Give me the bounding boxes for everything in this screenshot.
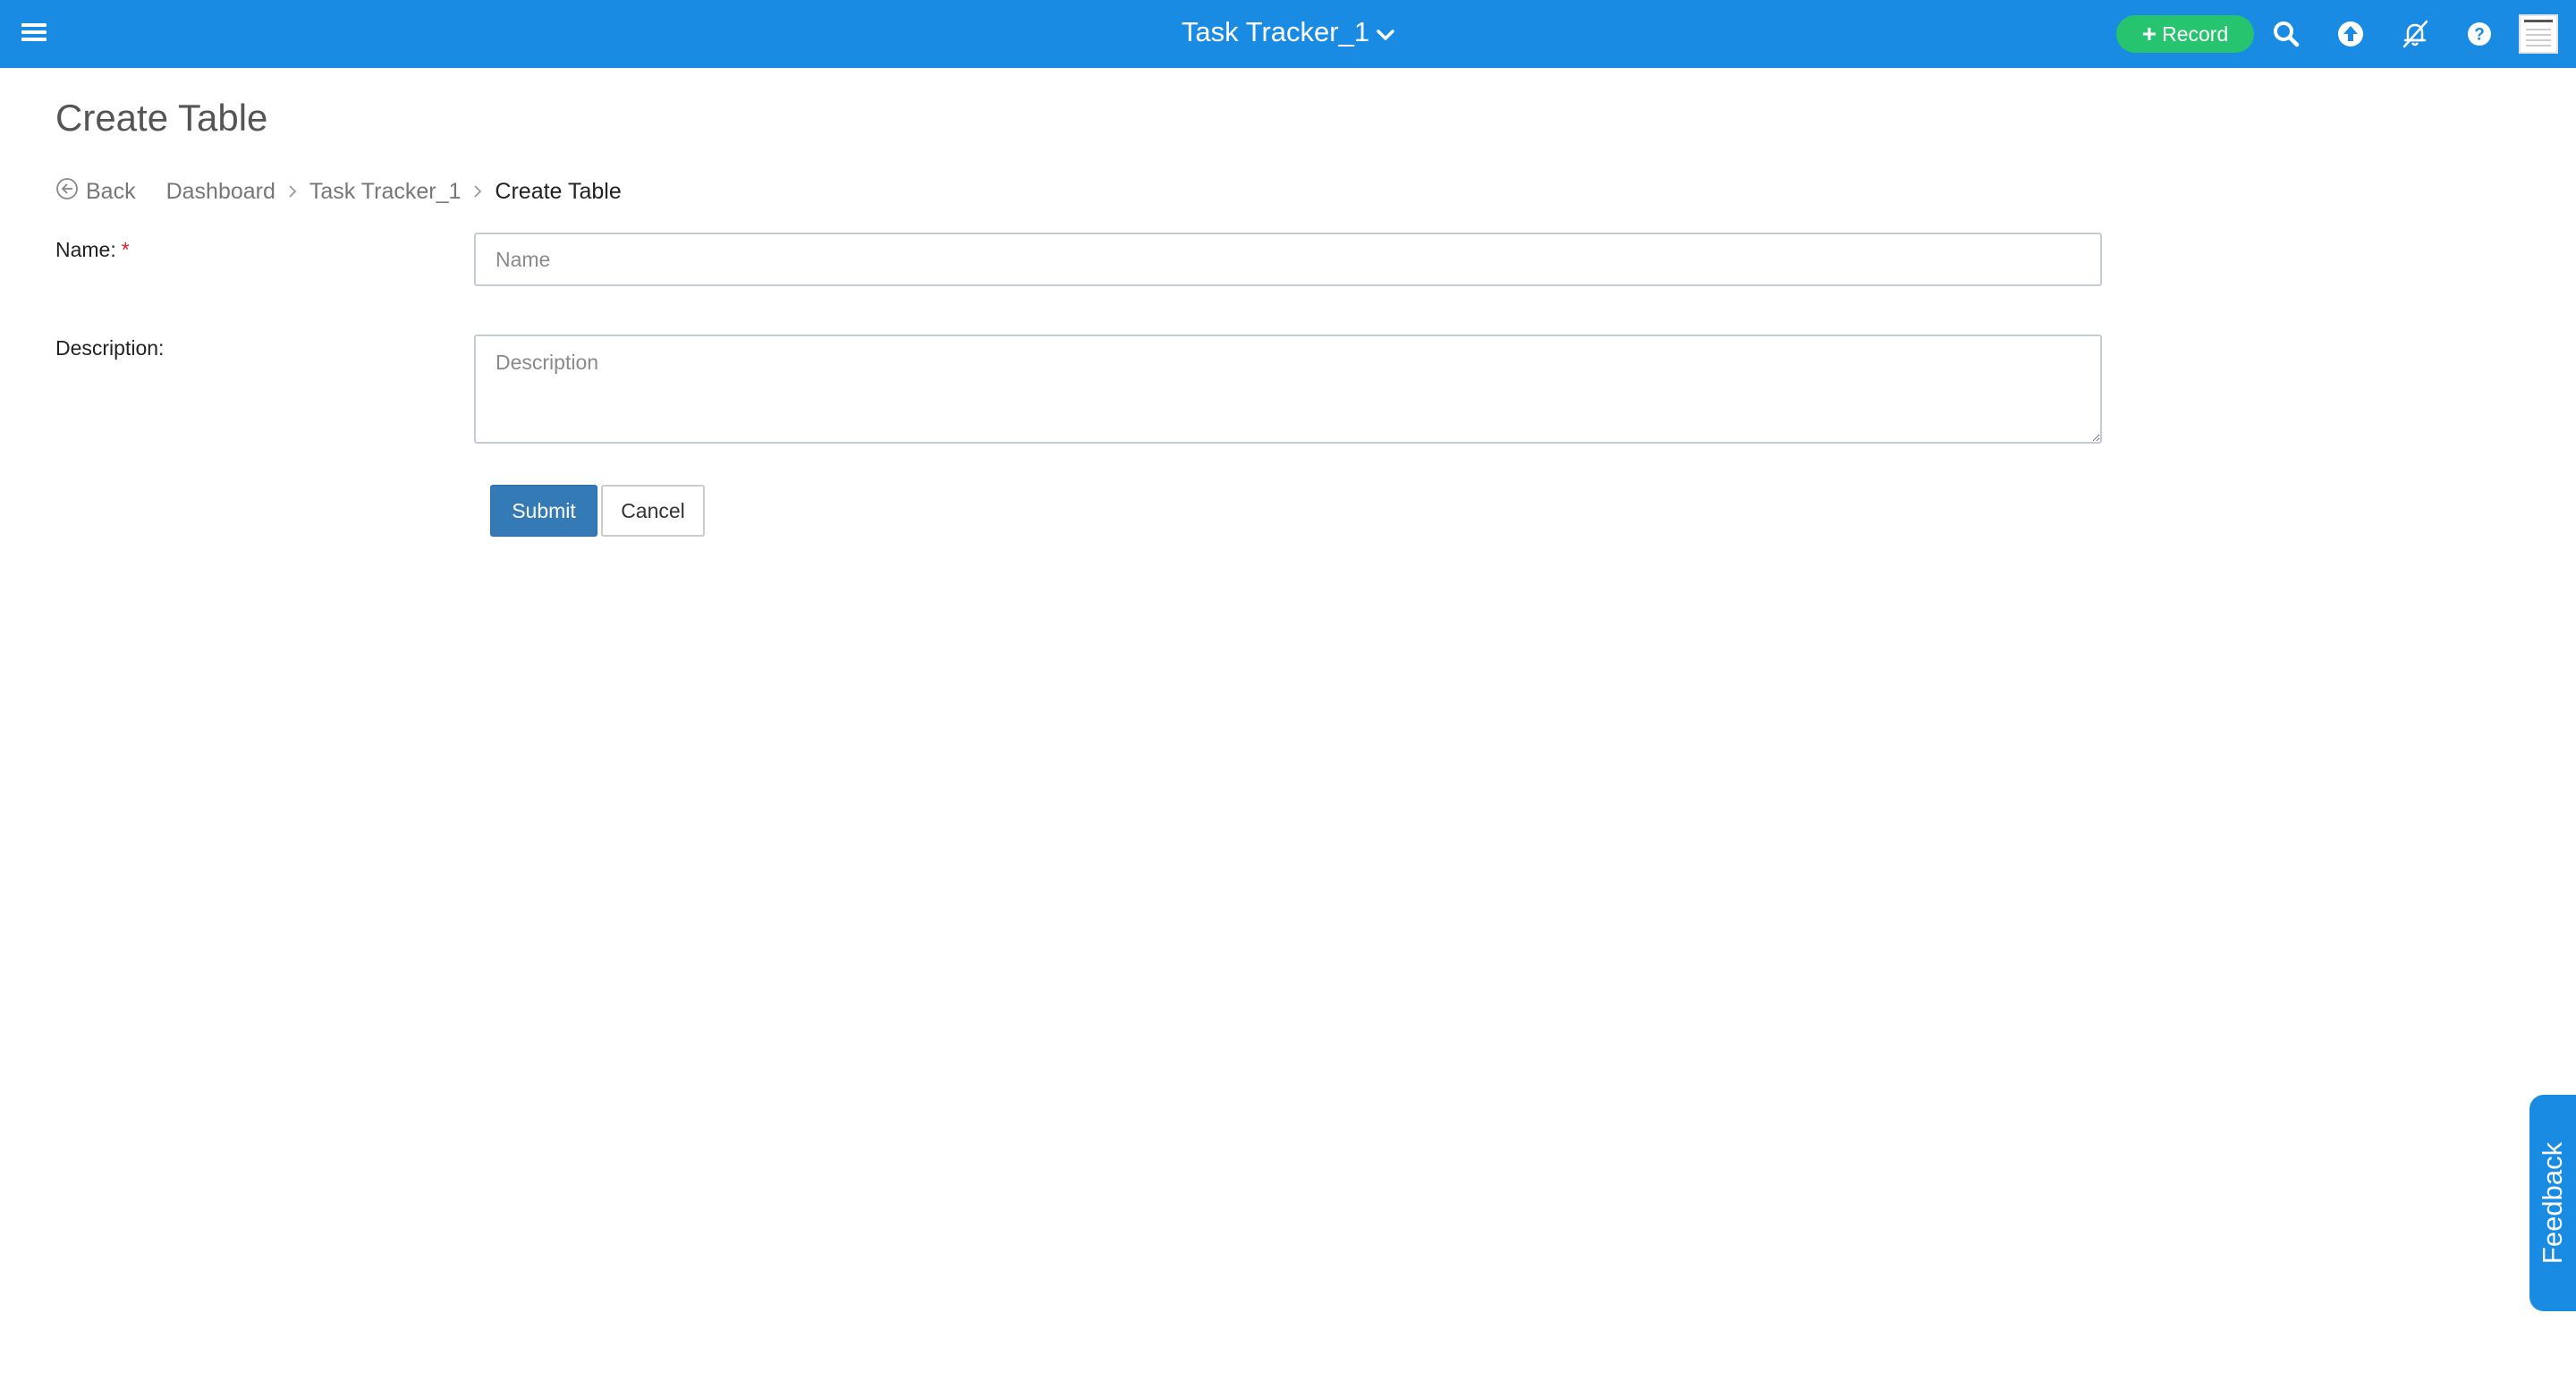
top-bar: Task Tracker_1 + Record ?	[0, 0, 2576, 68]
cancel-button[interactable]: Cancel	[601, 485, 705, 537]
feedback-label: Feedback	[2537, 1141, 2569, 1265]
notifications-off-icon[interactable]	[2399, 18, 2431, 50]
app-switcher[interactable]: Task Tracker_1	[1163, 14, 1413, 50]
description-label: Description:	[55, 336, 165, 360]
back-label: Back	[86, 178, 136, 204]
name-label: Name:	[55, 238, 116, 261]
help-icon[interactable]: ?	[2463, 18, 2496, 50]
app-title: Task Tracker_1	[1181, 16, 1370, 47]
required-marker: *	[121, 238, 130, 261]
plus-icon: +	[2141, 20, 2157, 47]
add-record-button[interactable]: + Record	[2116, 15, 2254, 53]
search-icon[interactable]	[2270, 18, 2302, 50]
record-label: Record	[2162, 21, 2229, 46]
back-link[interactable]: Back	[55, 177, 136, 207]
chevron-right-icon	[473, 184, 482, 199]
breadcrumb-dashboard[interactable]: Dashboard	[166, 179, 275, 205]
name-label-row: Name: *	[55, 238, 130, 262]
description-input[interactable]	[474, 335, 2102, 444]
feedback-tab[interactable]: Feedback	[2529, 1095, 2576, 1311]
name-input[interactable]	[474, 233, 2102, 286]
submit-button[interactable]: Submit	[490, 485, 597, 537]
chevron-right-icon	[288, 184, 297, 199]
breadcrumb-task-tracker[interactable]: Task Tracker_1	[309, 179, 462, 205]
back-arrow-icon	[55, 177, 79, 207]
chevron-down-icon	[1377, 16, 1394, 48]
breadcrumb-current: Create Table	[495, 178, 622, 204]
breadcrumb: Back Dashboard Task Tracker_1 Create Tab…	[55, 175, 622, 208]
page-title: Create Table	[55, 97, 268, 139]
menu-icon[interactable]	[20, 18, 48, 47]
avatar[interactable]	[2519, 14, 2558, 54]
svg-text:?: ?	[2474, 26, 2485, 45]
upload-icon[interactable]	[2334, 18, 2367, 50]
